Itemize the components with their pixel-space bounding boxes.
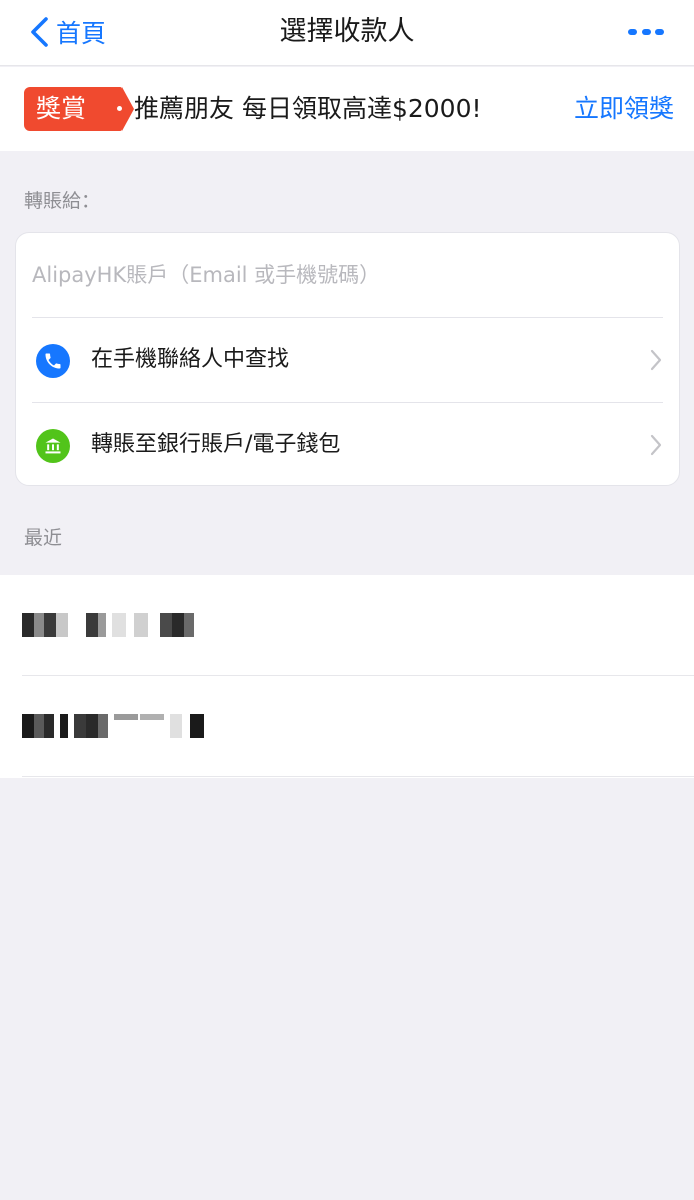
recent-recipients-list xyxy=(0,575,694,778)
more-icon[interactable] xyxy=(628,22,664,42)
chevron-right-icon xyxy=(650,349,662,371)
chevron-left-icon xyxy=(31,17,48,47)
account-input[interactable] xyxy=(32,253,662,297)
reward-badge-label: 獎賞 xyxy=(36,94,87,123)
back-button-label: 首頁 xyxy=(56,19,107,48)
recent-recipient-row[interactable] xyxy=(0,575,694,676)
find-in-contacts-option[interactable]: 在手機聯絡人中查找 xyxy=(16,318,679,402)
find-in-contacts-label: 在手機聯絡人中查找 xyxy=(91,347,290,372)
chevron-right-icon xyxy=(650,434,662,456)
recent-recipient-row[interactable] xyxy=(0,676,694,777)
transfer-recipient-page: 首頁 選擇收款人 獎賞 推薦朋友 每日領取高達$2000! 立即領獎 轉賬給： … xyxy=(0,0,694,1200)
transfer-to-bank-option[interactable]: 轉賬至銀行賬戶/電子錢包 xyxy=(16,403,679,485)
more-dot xyxy=(655,29,664,35)
redacted-name xyxy=(22,714,212,738)
navigation-bar: 首頁 選擇收款人 xyxy=(0,0,694,66)
badge-dot xyxy=(117,106,122,111)
promo-banner[interactable]: 獎賞 推薦朋友 每日領取高達$2000! 立即領獎 xyxy=(0,67,694,151)
bank-icon xyxy=(36,429,70,463)
transfer-options-card: 在手機聯絡人中查找 轉賬至銀行賬戶/電子錢包 xyxy=(15,232,680,486)
reward-badge: 獎賞 xyxy=(24,87,134,131)
promo-text: 推薦朋友 每日領取高達$2000! xyxy=(134,94,482,123)
transfer-to-label: 轉賬給： xyxy=(24,190,101,212)
redacted-name xyxy=(22,613,212,637)
recent-label: 最近 xyxy=(24,527,63,549)
divider xyxy=(22,776,694,777)
phone-icon xyxy=(36,344,70,378)
transfer-to-bank-label: 轉賬至銀行賬戶/電子錢包 xyxy=(91,432,341,457)
back-button[interactable]: 首頁 xyxy=(26,12,106,52)
claim-reward-link[interactable]: 立即領獎 xyxy=(574,87,674,131)
more-dot xyxy=(641,29,651,35)
more-dot xyxy=(628,29,637,35)
